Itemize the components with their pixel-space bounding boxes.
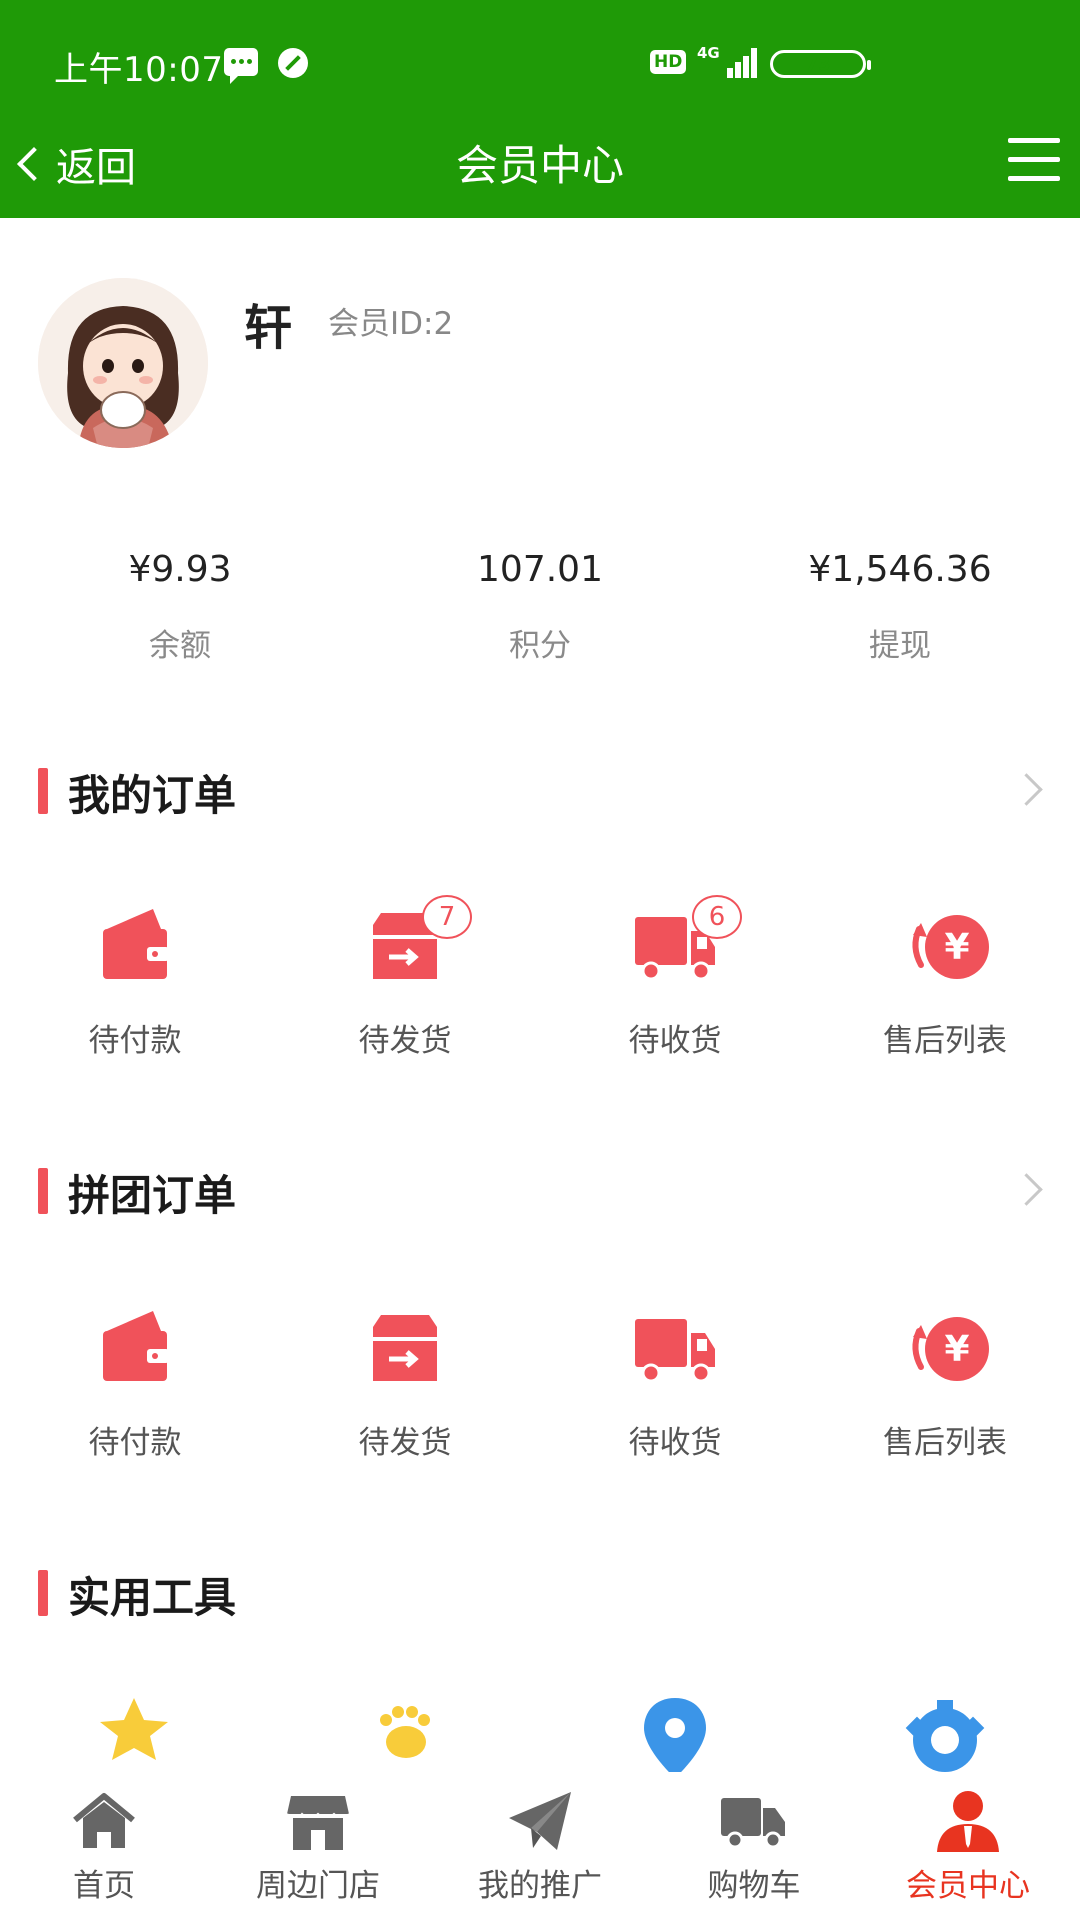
section-title: 我的订单 <box>68 771 237 820</box>
footprint-icon <box>380 1706 430 1758</box>
order-pending-shipment[interactable]: 7 待发货 <box>270 895 540 1085</box>
location-icon <box>644 1698 706 1778</box>
wallet-icon <box>103 1311 169 1381</box>
wallet-icon <box>103 909 169 979</box>
store-icon <box>286 1796 350 1850</box>
star-icon <box>100 1698 168 1760</box>
status-bar: 上午10:07 HD 4G 73 <box>0 0 1080 120</box>
group-orders-header[interactable]: 拼团订单 <box>0 1158 1080 1228</box>
tools-grid <box>0 1690 1080 1780</box>
group-after-sales[interactable]: ¥ 售后列表 <box>810 1297 1080 1487</box>
profile-card: 轩 会员ID:2 <box>0 218 1080 508</box>
back-label: 返回 <box>56 145 136 191</box>
chevron-left-icon <box>17 147 51 181</box>
tab-home[interactable]: 首页 <box>0 1772 208 1920</box>
order-label: 售后列表 <box>883 1023 1007 1059</box>
order-label: 待收货 <box>628 1023 722 1059</box>
order-label: 待发货 <box>358 1425 452 1461</box>
tab-nearby-stores[interactable]: 周边门店 <box>208 1772 428 1920</box>
group-pending-receipt[interactable]: 待收货 <box>540 1297 810 1487</box>
group-pending-shipment[interactable]: 待发货 <box>270 1297 540 1487</box>
section-title: 拼团订单 <box>68 1171 237 1220</box>
tool-favorites[interactable] <box>0 1690 270 1780</box>
signal-icon <box>715 46 757 78</box>
order-pending-receipt[interactable]: 6 待收货 <box>540 895 810 1085</box>
tool-footprints[interactable] <box>270 1690 540 1780</box>
message-icon <box>224 48 258 84</box>
my-orders-header[interactable]: 我的订单 <box>0 758 1080 828</box>
truck-icon <box>721 1798 785 1849</box>
tab-label: 会员中心 <box>906 1868 1030 1904</box>
battery-level-text: 73 <box>805 54 831 75</box>
my-orders-grid: 待付款 7 待发货 6 待收货 ¥ 售后列表 <box>0 895 1080 1085</box>
tab-member-center[interactable]: 会员中心 <box>856 1772 1080 1920</box>
status-time: 上午10:07 <box>54 50 224 90</box>
box-icon <box>373 1315 437 1381</box>
section-accent-bar <box>38 1570 48 1616</box>
nav-bar: 返回 会员中心 <box>0 110 1080 218</box>
tab-cart[interactable]: 购物车 <box>652 1772 856 1920</box>
tool-address[interactable] <box>540 1690 810 1780</box>
order-after-sales[interactable]: ¥ 售后列表 <box>810 895 1080 1085</box>
stat-value: ¥1,546.36 <box>808 549 992 590</box>
user-icon <box>937 1791 999 1852</box>
account-stats: ¥9.93 余额 107.01 积分 ¥1,546.36 提现 <box>0 540 1080 700</box>
battery-icon: 73 <box>770 50 871 78</box>
tab-label: 购物车 <box>707 1868 801 1904</box>
bottom-tab-bar: 首页 周边门店 我的推广 购物车 会员中心 <box>0 1772 1080 1920</box>
section-title: 实用工具 <box>68 1573 237 1622</box>
svg-text:¥: ¥ <box>944 927 969 968</box>
truck-icon <box>635 1319 715 1383</box>
order-label: 售后列表 <box>883 1425 1007 1461</box>
avatar[interactable] <box>38 278 208 448</box>
home-icon <box>73 1793 135 1848</box>
section-accent-bar <box>38 768 48 814</box>
count-badge: 6 <box>692 895 742 939</box>
svg-text:¥: ¥ <box>944 1329 969 1370</box>
order-label: 待收货 <box>628 1425 722 1461</box>
tool-settings[interactable] <box>810 1690 1080 1780</box>
chevron-right-icon[interactable] <box>1010 1173 1043 1206</box>
chevron-right-icon[interactable] <box>1010 773 1043 806</box>
stat-withdraw[interactable]: ¥1,546.36 提现 <box>720 540 1080 665</box>
refund-icon: ¥ <box>912 1317 989 1381</box>
tab-label: 首页 <box>73 1868 135 1904</box>
stat-value: ¥9.93 <box>128 549 232 590</box>
stat-label: 积分 <box>509 628 571 664</box>
tab-promotion[interactable]: 我的推广 <box>428 1772 652 1920</box>
settings-icon <box>905 1700 985 1772</box>
stat-value: 107.01 <box>477 549 603 590</box>
stat-label: 余额 <box>149 628 211 664</box>
hd-indicator: HD <box>650 50 687 74</box>
back-button[interactable]: 返回 <box>12 134 136 194</box>
user-name: 轩 <box>244 300 293 356</box>
section-accent-bar <box>38 1168 48 1214</box>
group-orders-grid: 待付款 待发货 待收货 ¥ 售后列表 <box>0 1297 1080 1487</box>
stat-points[interactable]: 107.01 积分 <box>360 540 720 665</box>
paper-plane-icon <box>509 1792 571 1850</box>
menu-icon[interactable] <box>1008 138 1060 182</box>
refund-icon: ¥ <box>912 915 989 979</box>
stat-balance[interactable]: ¥9.93 余额 <box>0 540 360 665</box>
order-label: 待发货 <box>358 1023 452 1059</box>
app-header: 上午10:07 HD 4G 73 返回 会员中心 <box>0 0 1080 218</box>
order-label: 待付款 <box>88 1023 182 1059</box>
member-id: 会员ID:2 <box>328 306 454 342</box>
tools-header: 实用工具 <box>0 1560 1080 1630</box>
order-label: 待付款 <box>88 1425 182 1461</box>
tab-label: 周边门店 <box>256 1868 380 1904</box>
stat-label: 提现 <box>869 628 931 664</box>
count-badge: 7 <box>422 895 472 939</box>
group-pending-payment[interactable]: 待付款 <box>0 1297 270 1487</box>
tab-label: 我的推广 <box>478 1868 602 1904</box>
do-not-disturb-icon <box>278 48 308 78</box>
order-pending-payment[interactable]: 待付款 <box>0 895 270 1085</box>
page-title: 会员中心 <box>455 141 624 190</box>
